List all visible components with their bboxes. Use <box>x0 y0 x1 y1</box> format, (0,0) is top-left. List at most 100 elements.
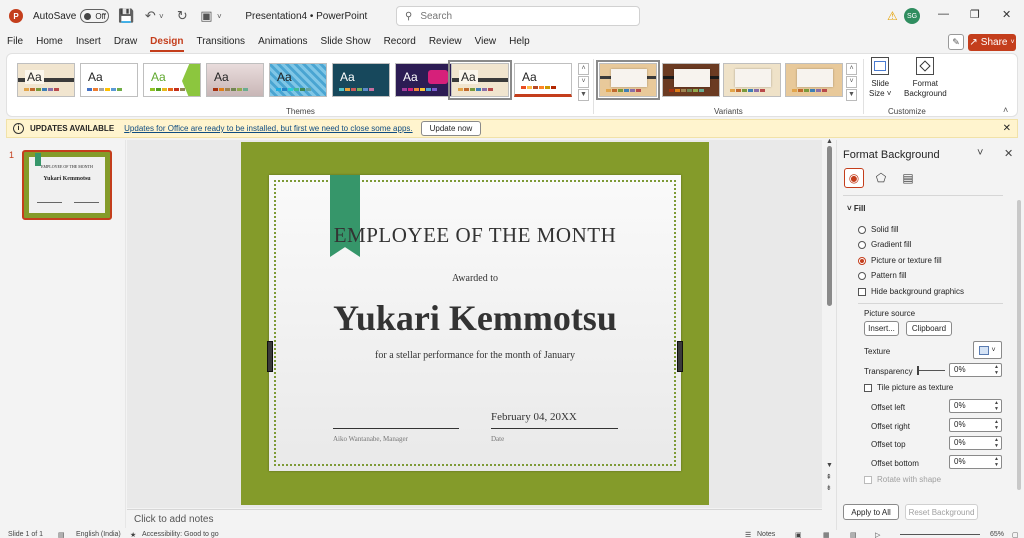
customize-toolbar-icon[interactable]: ˅ <box>215 9 223 23</box>
zoom-level[interactable]: 65% <box>990 531 1004 538</box>
tab-file[interactable]: File <box>0 32 29 52</box>
pattern-fill-option[interactable]: Pattern fill <box>858 271 907 280</box>
close-updates-icon[interactable]: ✕ <box>1003 123 1011 134</box>
avatar[interactable]: SG <box>904 8 920 24</box>
zoom-slider[interactable] <box>900 534 980 535</box>
tab-view[interactable]: View <box>468 32 503 52</box>
warning-icon[interactable]: ⚠ <box>887 9 898 23</box>
present-icon[interactable]: ▣ <box>199 8 213 23</box>
pane-options-icon[interactable]: ˅ <box>977 147 983 159</box>
offset-right-input[interactable]: 0% ▲ ▼ <box>949 418 1002 432</box>
awarded-to-text[interactable]: Awarded to <box>269 273 681 284</box>
offset-bottom-input[interactable]: 0% ▲ ▼ <box>949 455 1002 469</box>
close-window-icon[interactable]: ✕ <box>1002 8 1011 21</box>
tab-draw[interactable]: Draw <box>107 32 143 52</box>
variants-up-icon[interactable]: ˄ <box>846 63 857 75</box>
scroll-up-icon[interactable]: ▲ <box>826 138 833 145</box>
theme-thumbnail-1[interactable]: Aa <box>17 63 75 97</box>
tab-home[interactable]: Home <box>29 32 69 52</box>
save-icon[interactable]: 💾 <box>118 8 134 23</box>
notes-pane[interactable]: Click to add notes <box>127 509 822 529</box>
apply-to-all-button[interactable]: Apply to All <box>843 504 899 520</box>
next-slide-icon[interactable]: ⇟ <box>826 484 832 492</box>
theme-thumbnail-9[interactable]: Aa <box>514 63 572 97</box>
offset-left-input[interactable]: 0% ▲ ▼ <box>949 399 1002 413</box>
theme-thumbnail-office[interactable]: Aa <box>80 63 138 97</box>
slide-thumbnail[interactable]: EMPLOYEE OF THE MONTH Yukari Kemmotsu <box>22 150 112 220</box>
close-pane-icon[interactable]: ✕ <box>1004 147 1013 160</box>
variants-more-icon[interactable]: ▼ <box>846 89 857 101</box>
autosave-toggle[interactable]: Off <box>80 9 110 23</box>
variant-thumbnail-1[interactable] <box>596 60 660 100</box>
gradient-fill-radio[interactable] <box>858 240 866 249</box>
update-now-button[interactable]: Update now <box>420 121 482 136</box>
theme-thumbnail-5[interactable]: Aa <box>269 63 327 97</box>
picture-fill-option[interactable]: Picture or texture fill <box>858 256 942 265</box>
insert-picture-button[interactable]: Insert... <box>864 321 899 336</box>
normal-view-icon[interactable]: ▣ <box>795 531 802 538</box>
picture-fill-radio[interactable] <box>858 256 866 265</box>
minimize-icon[interactable]: — <box>938 8 949 20</box>
search-input[interactable] <box>420 10 621 22</box>
theme-thumbnail-4[interactable]: Aa <box>206 63 264 97</box>
fill-tab-icon[interactable]: ◉ <box>844 168 864 188</box>
tab-transitions[interactable]: Transitions <box>190 32 252 52</box>
spellcheck-icon[interactable]: ▤ <box>58 531 65 538</box>
recipient-name[interactable]: Yukari Kemmotsu <box>269 297 681 339</box>
texture-picker[interactable]: ˅ <box>973 341 1002 359</box>
slide-canvas[interactable]: EMPLOYEE OF THE MONTH Awarded to Yukari … <box>241 142 709 505</box>
picture-tab-icon[interactable]: ▤ <box>898 168 918 188</box>
format-background-button[interactable]: Format Background <box>904 57 947 99</box>
gallery-up-icon[interactable]: ˄ <box>578 63 589 75</box>
hide-graphics-checkbox[interactable] <box>858 287 866 296</box>
transparency-slider-thumb[interactable] <box>917 366 919 375</box>
variant-thumbnail-3[interactable] <box>723 63 781 97</box>
search-box[interactable]: ⚲ <box>396 6 640 26</box>
share-button[interactable]: ↗ Share ˅ <box>968 34 1016 51</box>
tile-option[interactable]: Tile picture as texture <box>864 383 953 392</box>
fit-to-window-icon[interactable]: ▢ <box>1012 531 1019 538</box>
collapse-ribbon-icon[interactable]: ˄ <box>1003 105 1008 115</box>
editor-scrollbar[interactable]: ▲ ▼ ⇞ ⇟ <box>826 138 834 508</box>
slide-size-button[interactable]: Slide Size ˅ <box>869 57 891 99</box>
fill-section-header[interactable]: ˅ Fill <box>847 204 865 213</box>
hide-graphics-option[interactable]: Hide background graphics <box>858 287 964 296</box>
award-reason[interactable]: for a stellar performance for the month … <box>269 350 681 361</box>
tile-checkbox[interactable] <box>864 383 872 392</box>
theme-thumbnail-current[interactable]: Aa <box>448 60 512 100</box>
tab-slide-show[interactable]: Slide Show <box>314 32 377 52</box>
slide-sorter-icon[interactable]: ▦ <box>823 531 830 538</box>
award-date[interactable]: February 04, 20XX <box>491 411 577 423</box>
offset-top-input[interactable]: 0% ▲ ▼ <box>949 436 1002 450</box>
scroll-thumb[interactable] <box>827 146 832 306</box>
tab-help[interactable]: Help <box>502 32 536 52</box>
transparency-slider[interactable] <box>919 370 945 371</box>
scroll-down-icon[interactable]: ▼ <box>826 462 833 469</box>
theme-thumbnail-facet[interactable]: Aa <box>143 63 201 97</box>
redo-icon[interactable]: ↻ <box>175 8 189 23</box>
tab-animations[interactable]: Animations <box>251 32 313 52</box>
variant-thumbnail-2[interactable] <box>662 63 720 97</box>
tab-record[interactable]: Record <box>377 32 422 52</box>
solid-fill-option[interactable]: Solid fill <box>858 225 899 234</box>
effects-tab-icon[interactable]: ⬠ <box>871 168 891 188</box>
accessibility-status[interactable]: Accessibility: Good to go <box>142 531 219 538</box>
tab-insert[interactable]: Insert <box>69 32 107 52</box>
solid-fill-radio[interactable] <box>858 225 866 234</box>
variant-thumbnail-4[interactable] <box>785 63 843 97</box>
tab-review[interactable]: Review <box>422 32 468 52</box>
updates-message-link[interactable]: Updates for Office are ready to be insta… <box>124 124 412 133</box>
date-label[interactable]: Date <box>491 435 504 443</box>
pattern-fill-radio[interactable] <box>858 271 866 280</box>
slideshow-view-icon[interactable]: ▷ <box>875 531 880 538</box>
previous-slide-icon[interactable]: ⇞ <box>826 473 832 481</box>
clipboard-button[interactable]: Clipboard <box>906 321 952 336</box>
variants-down-icon[interactable]: ˅ <box>846 76 857 88</box>
tab-design[interactable]: Design <box>143 32 189 52</box>
theme-thumbnail-7[interactable]: Aa <box>395 63 453 97</box>
theme-thumbnail-6[interactable]: Aa <box>332 63 390 97</box>
signer-name[interactable]: Aiko Wantanabe, Manager <box>333 435 408 443</box>
comments-icon[interactable]: ✎ <box>948 34 964 50</box>
undo-dropdown-icon[interactable]: ˅ <box>157 9 165 23</box>
pane-scrollbar[interactable] <box>1017 200 1022 500</box>
